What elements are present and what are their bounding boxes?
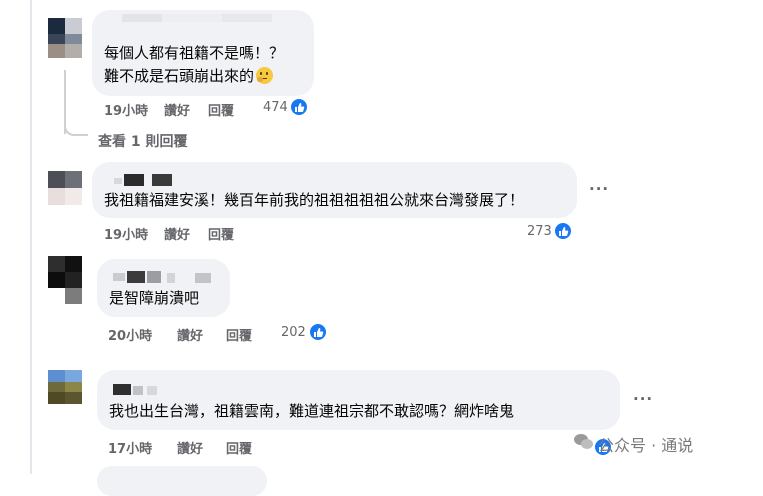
comment-bubble: 我也出生台灣，祖籍雲南，難道連祖宗都不敢認嗎？網炸啥鬼	[97, 370, 620, 430]
reply-button[interactable]: 回覆	[208, 100, 234, 119]
like-button[interactable]: 讚好	[177, 325, 203, 344]
avatar[interactable]	[48, 370, 82, 404]
like-reaction-icon[interactable]	[309, 323, 327, 341]
comment-bubble: 每個人都有祖籍不是嗎！？ 難不成是石頭崩出來的	[92, 10, 314, 96]
next-comment-bubble	[97, 466, 267, 496]
commenter-name[interactable]	[113, 269, 213, 283]
like-button[interactable]: 讚好	[164, 100, 190, 119]
reaction-count[interactable]: 474	[263, 100, 288, 115]
comment-text-line: 是智障崩潰吧	[109, 289, 200, 307]
comment-text-line: 難不成是石頭崩出來的	[104, 65, 274, 87]
comment-text-line: 我也出生台灣，祖籍雲南，難道連祖宗都不敢認嗎？網炸啥鬼	[109, 402, 515, 420]
comment-bubble: 我祖籍福建安溪！幾百年前我的祖祖祖祖祖公就來台灣發展了！	[92, 162, 577, 218]
comment-time[interactable]: 17小時	[108, 438, 152, 457]
reply-button[interactable]: 回覆	[208, 224, 234, 243]
view-replies-link[interactable]: 查看 1 則回覆	[98, 131, 188, 151]
commenter-name[interactable]	[122, 14, 272, 24]
avatar[interactable]	[48, 256, 82, 304]
comment-meta: 19小時	[104, 100, 148, 119]
like-button[interactable]: 讚好	[177, 438, 203, 457]
comment-text-line: 每個人都有祖籍不是嗎！？	[104, 44, 285, 62]
like-reaction-icon[interactable]	[290, 98, 308, 116]
thread-line-elbow	[64, 120, 88, 136]
comment-text-line: 我祖籍福建安溪！幾百年前我的祖祖祖祖祖公就來台灣發展了！	[104, 191, 525, 209]
commenter-name[interactable]	[114, 172, 174, 186]
watermark: 公众号 · 通说	[598, 436, 694, 455]
reply-button[interactable]: 回覆	[226, 325, 252, 344]
comment-bubble: 是智障崩潰吧	[97, 259, 230, 317]
wechat-icon	[574, 434, 594, 450]
thinking-face-icon	[256, 67, 274, 84]
comment-time[interactable]: 20小時	[108, 325, 152, 344]
reaction-count[interactable]: 202	[281, 325, 306, 340]
reaction-count[interactable]: 273	[527, 224, 552, 239]
more-options-button[interactable]: ···	[633, 390, 653, 408]
avatar[interactable]	[48, 171, 82, 205]
reply-button[interactable]: 回覆	[226, 438, 252, 457]
commenter-name[interactable]	[113, 382, 173, 396]
thread-line-left	[30, 0, 32, 474]
more-options-button[interactable]: ···	[589, 180, 609, 198]
like-reaction-icon[interactable]	[554, 222, 572, 240]
avatar[interactable]	[48, 18, 82, 58]
comment-time[interactable]: 19小時	[104, 104, 148, 119]
like-button[interactable]: 讚好	[164, 224, 190, 243]
comment-time[interactable]: 19小時	[104, 224, 148, 243]
comment-text-line: 難不成是石頭崩出來的	[104, 67, 255, 85]
